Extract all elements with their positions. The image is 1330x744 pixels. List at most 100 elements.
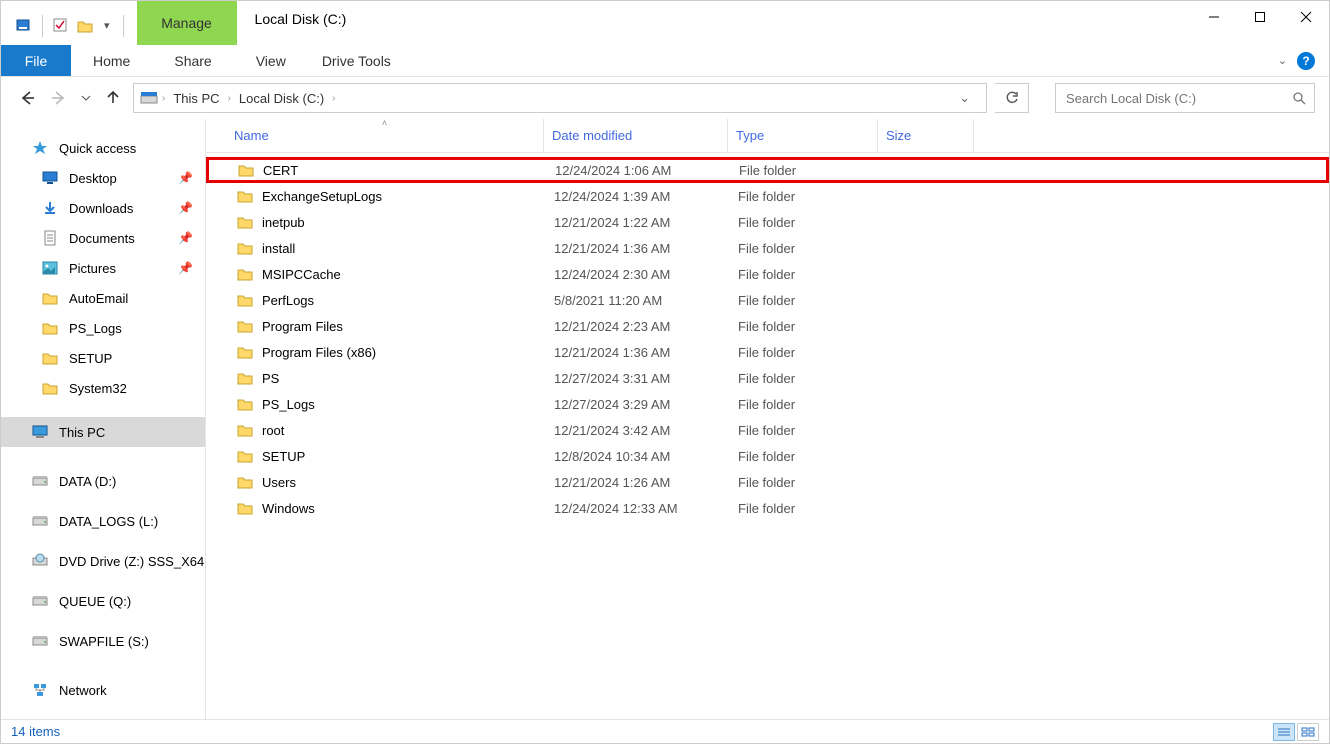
tab-view[interactable]: View — [234, 45, 308, 76]
tab-home[interactable]: Home — [71, 45, 152, 76]
properties-icon[interactable] — [15, 17, 33, 35]
file-row[interactable]: Users 12/21/2024 1:26 AM File folder — [206, 469, 1329, 495]
refresh-button[interactable] — [995, 83, 1029, 113]
download-icon — [41, 199, 59, 217]
forward-button[interactable] — [47, 86, 71, 110]
file-row[interactable]: Program Files 12/21/2024 2:23 AM File fo… — [206, 313, 1329, 339]
file-row[interactable]: install 12/21/2024 1:36 AM File folder — [206, 235, 1329, 261]
sidebar-drive[interactable]: SWAPFILE (S:) — [1, 621, 205, 661]
breadcrumb-label: Local Disk (C:) — [239, 91, 324, 106]
chevron-right-icon[interactable]: › — [332, 93, 335, 104]
sidebar-label: Desktop — [69, 171, 117, 186]
sidebar-label: PS_Logs — [69, 321, 122, 336]
sidebar-network[interactable]: Network — [1, 675, 205, 705]
context-tab-label: Manage — [161, 15, 212, 31]
sidebar-label: DVD Drive (Z:) SSS_X64 — [59, 554, 204, 569]
sidebar-item[interactable]: Desktop📌 — [1, 163, 205, 193]
window-title: Local Disk (C:) — [237, 1, 367, 44]
folder-icon — [236, 265, 254, 283]
file-tab-label: File — [25, 53, 48, 69]
file-tab[interactable]: File — [1, 45, 71, 76]
qat-overflow-icon[interactable]: ▾ — [100, 19, 114, 32]
folder-icon — [236, 187, 254, 205]
recent-locations-button[interactable] — [79, 86, 93, 110]
file-name: MSIPCCache — [262, 267, 341, 282]
close-button[interactable] — [1283, 1, 1329, 33]
sidebar-item[interactable]: SETUP — [1, 343, 205, 373]
file-row[interactable]: PerfLogs 5/8/2021 11:20 AM File folder — [206, 287, 1329, 313]
column-label: Size — [886, 128, 911, 143]
file-type: File folder — [730, 319, 880, 334]
address-dropdown-icon[interactable]: ⌄ — [949, 90, 980, 106]
sidebar-this-pc[interactable]: This PC — [1, 417, 205, 447]
up-button[interactable] — [101, 86, 125, 110]
sidebar-item[interactable]: AutoEmail — [1, 283, 205, 313]
file-date: 12/21/2024 1:36 AM — [546, 345, 730, 360]
folder-icon — [236, 473, 254, 491]
minimize-button[interactable] — [1191, 1, 1237, 33]
file-row[interactable]: SETUP 12/8/2024 10:34 AM File folder — [206, 443, 1329, 469]
explorer-window: ▾ Manage Local Disk (C:) File Home Share… — [0, 0, 1330, 744]
column-header-type[interactable]: Type — [728, 119, 878, 152]
file-row[interactable]: Windows 12/24/2024 12:33 AM File folder — [206, 495, 1329, 521]
file-row[interactable]: PS 12/27/2024 3:31 AM File folder — [206, 365, 1329, 391]
thumbnails-view-button[interactable] — [1297, 723, 1319, 741]
context-tab-manage[interactable]: Manage — [137, 1, 237, 45]
sidebar-item[interactable]: PS_Logs — [1, 313, 205, 343]
column-header-name[interactable]: ˄ Name — [226, 119, 544, 152]
file-type: File folder — [730, 345, 880, 360]
details-view-button[interactable] — [1273, 723, 1295, 741]
breadcrumb-item[interactable]: Local Disk (C:) — [235, 91, 328, 106]
file-row[interactable]: PS_Logs 12/27/2024 3:29 AM File folder — [206, 391, 1329, 417]
file-row[interactable]: root 12/21/2024 3:42 AM File folder — [206, 417, 1329, 443]
tab-drive-tools[interactable]: Drive Tools — [308, 45, 405, 76]
search-box[interactable] — [1055, 83, 1315, 113]
chevron-right-icon[interactable]: › — [162, 93, 165, 104]
drive-icon — [31, 592, 49, 610]
file-row[interactable]: CERT 12/24/2024 1:06 AM File folder — [206, 157, 1329, 183]
file-type: File folder — [730, 215, 880, 230]
file-row[interactable]: ExchangeSetupLogs 12/24/2024 1:39 AM Fil… — [206, 183, 1329, 209]
sidebar-drive[interactable]: DATA (D:) — [1, 461, 205, 501]
checklist-icon[interactable] — [52, 17, 70, 35]
sidebar-drive[interactable]: QUEUE (Q:) — [1, 581, 205, 621]
drive-icon — [31, 472, 49, 490]
file-row[interactable]: MSIPCCache 12/24/2024 2:30 AM File folde… — [206, 261, 1329, 287]
navigation-pane: Quick accessDesktop📌Downloads📌Documents📌… — [1, 119, 206, 719]
file-type: File folder — [731, 163, 881, 178]
sidebar-drive[interactable]: DATA_LOGS (L:) — [1, 501, 205, 541]
column-header-date[interactable]: Date modified — [544, 119, 728, 152]
address-bar[interactable]: › This PC › Local Disk (C:) › ⌄ — [133, 83, 987, 113]
ribbon-expand-icon[interactable]: ⌄ — [1278, 54, 1287, 67]
sidebar-quick-access[interactable]: Quick access — [1, 133, 205, 163]
file-date: 12/24/2024 12:33 AM — [546, 501, 730, 516]
file-row[interactable]: inetpub 12/21/2024 1:22 AM File folder — [206, 209, 1329, 235]
sidebar-item[interactable]: Downloads📌 — [1, 193, 205, 223]
tab-share[interactable]: Share — [152, 45, 233, 76]
breadcrumb-item[interactable]: This PC — [169, 91, 223, 106]
file-date: 12/24/2024 2:30 AM — [546, 267, 730, 282]
file-row[interactable]: Program Files (x86) 12/21/2024 1:36 AM F… — [206, 339, 1329, 365]
back-button[interactable] — [15, 86, 39, 110]
folder-icon[interactable] — [76, 17, 94, 35]
help-icon[interactable]: ? — [1297, 52, 1315, 70]
ribbon-tabs: File Home Share View Drive Tools ⌄ ? — [1, 45, 1329, 77]
file-name: SETUP — [262, 449, 305, 464]
sidebar-label: DATA_LOGS (L:) — [59, 514, 158, 529]
folder-icon — [41, 349, 59, 367]
column-header-size[interactable]: Size — [878, 119, 974, 152]
tab-label: Home — [93, 53, 130, 69]
sidebar-drive[interactable]: DVD Drive (Z:) SSS_X64 — [1, 541, 205, 581]
title-bar: ▾ Manage Local Disk (C:) — [1, 1, 1329, 45]
search-input[interactable] — [1064, 90, 1284, 107]
pin-icon: 📌 — [178, 201, 193, 215]
sidebar-label: SWAPFILE (S:) — [59, 634, 149, 649]
maximize-button[interactable] — [1237, 1, 1283, 33]
item-count: 14 items — [11, 724, 60, 739]
chevron-right-icon[interactable]: › — [228, 93, 231, 104]
sidebar-item[interactable]: Documents📌 — [1, 223, 205, 253]
file-type: File folder — [730, 371, 880, 386]
sidebar-item[interactable]: Pictures📌 — [1, 253, 205, 283]
search-icon[interactable] — [1292, 91, 1306, 105]
sidebar-item[interactable]: System32 — [1, 373, 205, 403]
